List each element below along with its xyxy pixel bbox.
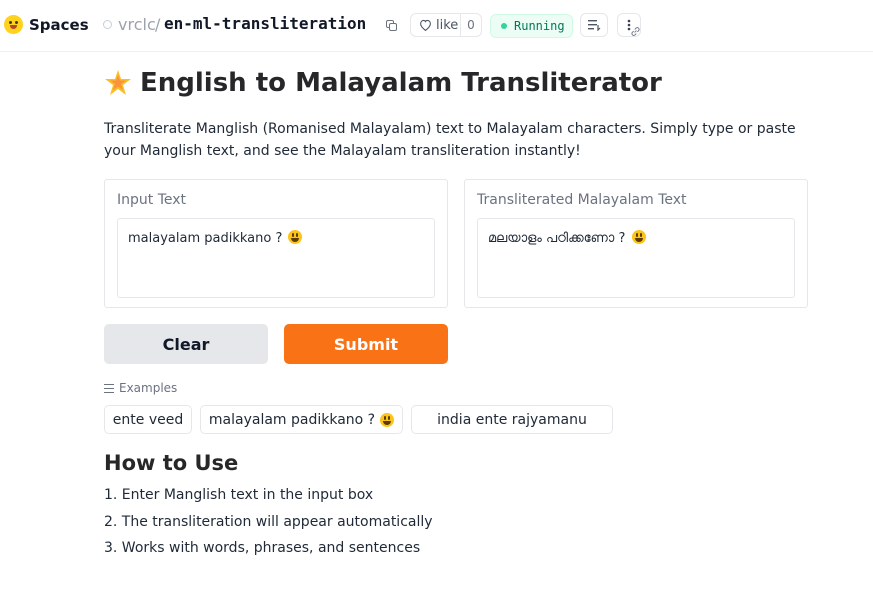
examples-label: Examples	[119, 381, 178, 395]
status-badge: Running	[490, 14, 573, 38]
example-item[interactable]: india ente rajyamanu	[411, 405, 613, 434]
examples-header: Examples	[104, 381, 177, 395]
input-label: Input Text	[117, 192, 187, 208]
path-separator: /	[155, 15, 161, 34]
example-item[interactable]: ente veed	[104, 405, 192, 434]
like-count: 0	[460, 14, 481, 36]
input-textarea[interactable]: malayalam padikkano ?	[117, 218, 435, 298]
glowing-star-icon	[104, 69, 132, 97]
logs-button[interactable]	[580, 13, 608, 37]
like-label: like	[436, 17, 459, 33]
grinning-face-icon	[380, 412, 395, 427]
output-text-value: മലയാളം പഠിക്കണോ ?	[488, 231, 626, 246]
input-panel: Input Text malayalam padikkano ?	[104, 179, 448, 308]
status-dot-icon	[501, 23, 507, 29]
spaces-link[interactable]: Spaces	[29, 16, 89, 34]
like-button[interactable]: like 0	[410, 13, 482, 37]
link-icon	[631, 27, 640, 36]
page-title-text: English to Malayalam Transliterator	[140, 68, 662, 98]
how-to-step: 2. The transliteration will appear autom…	[104, 514, 433, 530]
heart-icon	[418, 18, 432, 32]
copy-icon[interactable]	[386, 20, 397, 31]
grinning-face-icon	[288, 230, 303, 244]
example-item[interactable]: malayalam padikkano ?	[200, 405, 403, 434]
submit-button[interactable]: Submit	[284, 324, 448, 364]
input-text-value: malayalam padikkano ?	[128, 231, 283, 246]
output-textarea[interactable]: മലയാളം പഠിക്കണോ ?	[477, 218, 795, 298]
clear-button[interactable]: Clear	[104, 324, 268, 364]
page-description: Transliterate Manglish (Romanised Malaya…	[104, 121, 796, 159]
status-label: Running	[514, 19, 565, 33]
repo-name-link[interactable]: en-ml-transliteration	[164, 14, 366, 33]
grinning-face-icon	[631, 230, 646, 244]
list-icon	[104, 383, 114, 393]
how-to-step: 3. Works with words, phrases, and senten…	[104, 540, 421, 556]
hugging-face-logo-icon[interactable]	[4, 15, 23, 34]
output-panel: Transliterated Malayalam Text മലയാളം പഠി…	[464, 179, 808, 308]
owner-link[interactable]: vrclc	[118, 15, 156, 34]
page-title: English to Malayalam Transliterator	[104, 68, 662, 98]
top-bar: Spaces vrclc / en-ml-transliteration lik…	[0, 0, 873, 52]
output-label: Transliterated Malayalam Text	[477, 192, 687, 208]
owner-avatar-icon	[103, 20, 112, 29]
how-to-step: 1. Enter Manglish text in the input box	[104, 487, 374, 503]
list-icon	[588, 20, 601, 31]
how-to-heading: How to Use	[104, 451, 239, 475]
